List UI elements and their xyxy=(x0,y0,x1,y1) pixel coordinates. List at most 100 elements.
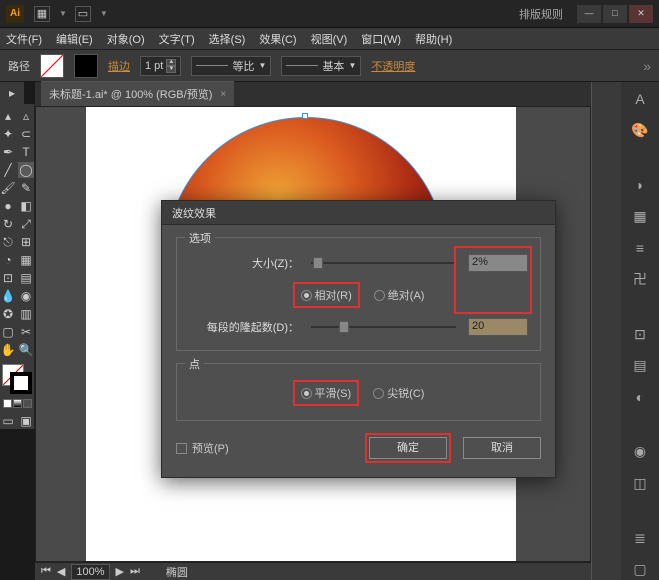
perspective-tool[interactable]: ▦ xyxy=(18,252,34,268)
color-panel-icon[interactable]: 🎨 xyxy=(629,119,651,140)
eraser-tool[interactable]: ◧ xyxy=(18,198,34,214)
right-panel: A 🎨 ◗ ▦ ≡ 卍 ⊡ ▤ ◐ ◉ ◫ ≣ ▢ xyxy=(621,82,659,580)
preview-checkbox[interactable]: 预览(P) xyxy=(176,440,229,456)
pen-tool[interactable]: ✒ xyxy=(0,144,16,160)
maximize-button[interactable]: □ xyxy=(603,5,627,23)
free-transform-tool[interactable]: ⊞ xyxy=(18,234,34,250)
dialog-title[interactable]: 波纹效果 xyxy=(162,201,555,225)
change-screen[interactable]: ▣ xyxy=(18,413,34,429)
graphic-styles-panel-icon[interactable]: ◫ xyxy=(629,472,651,493)
fill-swatch[interactable] xyxy=(40,54,64,78)
width-tool[interactable]: ⎋ xyxy=(0,234,16,250)
handle[interactable] xyxy=(302,113,308,119)
menu-type[interactable]: 文字(T) xyxy=(159,31,195,47)
swatches-panel-icon[interactable]: ▦ xyxy=(629,206,651,227)
menu-object[interactable]: 对象(O) xyxy=(107,31,145,47)
brushes-panel-icon[interactable]: ≡ xyxy=(629,237,651,258)
smooth-radio[interactable] xyxy=(301,388,312,399)
zoom-tool[interactable]: 🔍 xyxy=(18,342,34,358)
nav-next[interactable]: ▶ xyxy=(116,565,124,578)
fill-stroke-control[interactable] xyxy=(2,364,32,394)
blob-tool[interactable]: ● xyxy=(0,198,16,214)
cancel-button[interactable]: 取消 xyxy=(463,437,541,459)
arrange-button[interactable]: ▭▼ xyxy=(75,6,108,22)
stroke-weight[interactable]: 1 pt ▲▼ xyxy=(140,56,181,76)
type-tool[interactable]: T xyxy=(18,144,34,160)
document-tab-label: 未标题-1.ai* @ 100% (RGB/预览) xyxy=(49,86,212,102)
graph-tool[interactable]: ▥ xyxy=(18,306,34,322)
close-tab-icon[interactable]: × xyxy=(220,89,226,100)
lasso-tool[interactable]: ⊂ xyxy=(18,126,34,142)
eyedropper-tool[interactable]: 💧 xyxy=(0,288,16,304)
opacity-link[interactable]: 不透明度 xyxy=(371,58,415,74)
ridges-label: 每段的隆起数(D)： xyxy=(189,319,299,335)
nav-prev[interactable]: ◀ xyxy=(57,565,65,578)
gradient-tool[interactable]: ▤ xyxy=(18,270,34,286)
nav-last[interactable]: ⏭ xyxy=(130,565,140,578)
smooth-label[interactable]: 平滑(S) xyxy=(315,385,352,401)
selection-tool[interactable]: ▴ xyxy=(0,108,16,124)
artboard-tool[interactable]: ▢ xyxy=(0,324,16,340)
layers-panel-icon[interactable]: ≣ xyxy=(629,527,651,548)
color-mode-switches[interactable] xyxy=(3,399,32,408)
relative-radio[interactable] xyxy=(301,290,312,301)
transparency-panel-icon[interactable]: ◐ xyxy=(629,386,651,407)
corner-radio[interactable] xyxy=(373,388,384,399)
blend-tool[interactable]: ◉ xyxy=(18,288,34,304)
menu-window[interactable]: 窗口(W) xyxy=(361,31,401,47)
absolute-radio[interactable] xyxy=(374,290,385,301)
rotate-tool[interactable]: ↻ xyxy=(0,216,16,232)
absolute-label[interactable]: 绝对(A) xyxy=(388,287,425,303)
stroke-swatch[interactable] xyxy=(74,54,98,78)
menu-help[interactable]: 帮助(H) xyxy=(415,31,452,47)
panel-dock-collapsed[interactable] xyxy=(591,82,621,580)
status-shape: 椭圆 xyxy=(166,564,188,580)
zoom-level[interactable]: 100% xyxy=(71,564,109,580)
pencil-tool[interactable]: ✎ xyxy=(18,180,34,196)
screen-mode[interactable]: ▭ xyxy=(0,413,16,429)
menu-effect[interactable]: 效果(C) xyxy=(259,31,296,47)
symbols-panel-icon[interactable]: 卍 xyxy=(629,268,651,289)
toolbox-collapse[interactable]: ▸ xyxy=(0,82,24,104)
slice-tool[interactable]: ✂ xyxy=(18,324,34,340)
bridge-button[interactable]: ▦▼ xyxy=(34,6,67,22)
menu-view[interactable]: 视图(V) xyxy=(311,31,348,47)
brush-combo[interactable]: 基本▼ xyxy=(281,56,361,76)
ellipse-tool[interactable]: ◯ xyxy=(18,162,34,178)
stroke-panel-icon[interactable]: ⊡ xyxy=(629,323,651,344)
ridges-value[interactable]: 20 xyxy=(468,318,528,336)
shape-panel-icon[interactable]: ◗ xyxy=(629,174,651,195)
close-button[interactable]: ✕ xyxy=(629,5,653,23)
overflow-icon[interactable]: » xyxy=(643,58,651,74)
workspace-label[interactable]: 排版规则 xyxy=(116,6,575,22)
profile-combo[interactable]: 等比▼ xyxy=(191,56,271,76)
character-panel-icon[interactable]: A xyxy=(629,88,651,109)
magic-wand-tool[interactable]: ✦ xyxy=(0,126,16,142)
menu-edit[interactable]: 编辑(E) xyxy=(56,31,93,47)
stroke-link[interactable]: 描边 xyxy=(108,58,130,74)
hand-tool[interactable]: ✋ xyxy=(0,342,16,358)
brush-tool[interactable]: 🖌 xyxy=(0,180,16,196)
direct-selection-tool[interactable]: ▵ xyxy=(18,108,34,124)
scale-tool[interactable]: ⤢ xyxy=(18,216,34,232)
line-tool[interactable]: ╱ xyxy=(0,162,16,178)
size-slider[interactable] xyxy=(311,262,456,264)
ridges-slider[interactable] xyxy=(311,326,456,328)
symbol-tool[interactable]: ✪ xyxy=(0,306,16,322)
shape-builder-tool[interactable]: ◔ xyxy=(0,252,16,268)
options-legend: 选项 xyxy=(185,230,215,246)
relative-label[interactable]: 相对(R) xyxy=(315,287,352,303)
app-logo: Ai xyxy=(6,5,24,23)
selection-label: 路径 xyxy=(8,58,30,74)
menu-select[interactable]: 选择(S) xyxy=(209,31,246,47)
document-tab[interactable]: 未标题-1.ai* @ 100% (RGB/预览) × xyxy=(41,81,234,106)
minimize-button[interactable]: — xyxy=(577,5,601,23)
nav-first[interactable]: ⏮ xyxy=(41,565,51,578)
appearance-panel-icon[interactable]: ◉ xyxy=(629,441,651,462)
artboards-panel-icon[interactable]: ▢ xyxy=(629,559,651,580)
mesh-tool[interactable]: ⊡ xyxy=(0,270,16,286)
corner-label[interactable]: 尖锐(C) xyxy=(387,385,424,401)
gradient-panel-icon[interactable]: ▤ xyxy=(629,355,651,376)
menu-file[interactable]: 文件(F) xyxy=(6,31,42,47)
ok-button[interactable]: 确定 xyxy=(369,437,447,459)
